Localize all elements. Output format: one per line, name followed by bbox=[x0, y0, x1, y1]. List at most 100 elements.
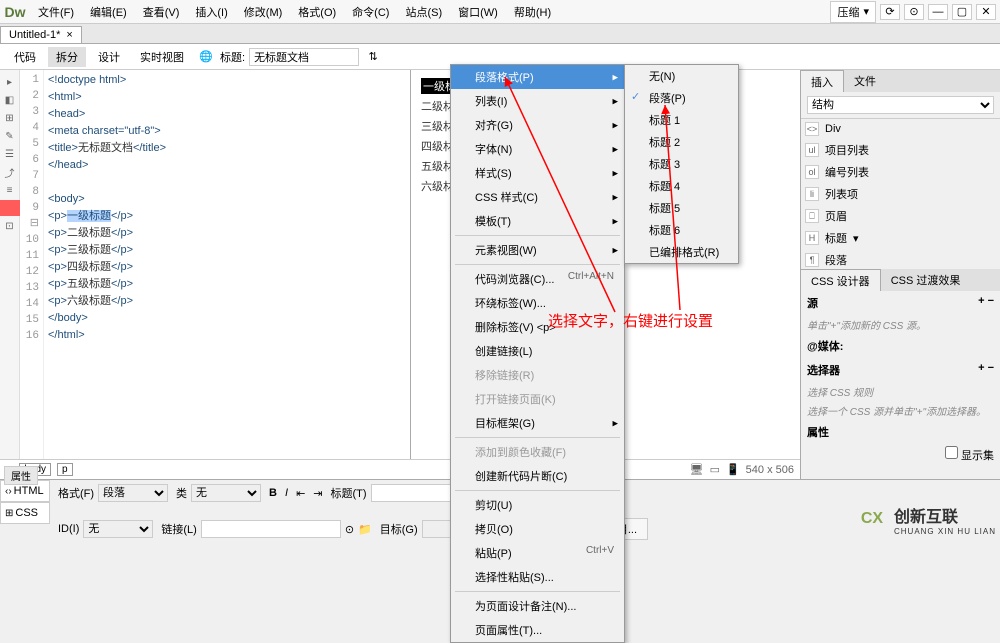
code-tool-2[interactable]: ◧ bbox=[2, 92, 18, 108]
cm-page-properties[interactable]: 页面属性(T)... bbox=[451, 618, 624, 642]
link-target-icon[interactable]: ⊙ bbox=[345, 523, 354, 536]
minimize-button[interactable]: — bbox=[928, 4, 948, 20]
tab-insert[interactable]: 插入 bbox=[801, 70, 844, 92]
code-tool-3[interactable]: ⊞ bbox=[2, 110, 18, 126]
insert-category-select[interactable]: 结构 bbox=[807, 96, 994, 114]
sub-h5[interactable]: 标题 5 bbox=[625, 197, 738, 219]
sub-none[interactable]: 无(N) bbox=[625, 65, 738, 87]
outdent-icon[interactable]: ⇤ bbox=[296, 487, 305, 500]
sub-h6[interactable]: 标题 6 bbox=[625, 219, 738, 241]
menu-insert[interactable]: 插入(I) bbox=[187, 4, 235, 20]
cm-code-navigator[interactable]: 代码浏览器(C)...Ctrl+Alt+N bbox=[451, 267, 624, 291]
code-tool-4[interactable]: ✎ bbox=[2, 128, 18, 144]
cm-paste-special[interactable]: 选择性粘贴(S)... bbox=[451, 565, 624, 589]
link-input[interactable] bbox=[201, 520, 341, 538]
view-live-button[interactable]: 实时视图 bbox=[132, 47, 192, 67]
device-phone-icon[interactable]: 📱 bbox=[726, 463, 740, 476]
tab-css-designer[interactable]: CSS 设计器 bbox=[801, 269, 881, 291]
sync-icon[interactable]: ⟳ bbox=[880, 4, 900, 20]
cm-cut[interactable]: 剪切(U) bbox=[451, 493, 624, 517]
maximize-button[interactable]: ▢ bbox=[952, 4, 972, 20]
tab-files[interactable]: 文件 bbox=[844, 70, 886, 92]
cm-element-view[interactable]: 元素视图(W)▸ bbox=[451, 238, 624, 262]
sort-icon[interactable]: ⇅ bbox=[363, 47, 383, 67]
menu-window[interactable]: 窗口(W) bbox=[450, 4, 506, 20]
id-label: ID(I) bbox=[58, 523, 79, 535]
cm-make-link[interactable]: 创建链接(L) bbox=[451, 339, 624, 363]
prop-title-input[interactable] bbox=[371, 484, 451, 502]
cm-target-frame[interactable]: 目标框架(G)▸ bbox=[451, 411, 624, 435]
sub-h4[interactable]: 标题 4 bbox=[625, 175, 738, 197]
viewport-size[interactable]: 540 x 506 bbox=[746, 464, 794, 476]
cm-css-style[interactable]: CSS 样式(C)▸ bbox=[451, 185, 624, 209]
cm-style[interactable]: 样式(S)▸ bbox=[451, 161, 624, 185]
code-tool-9[interactable]: ⊡ bbox=[2, 218, 18, 234]
format-select[interactable]: 段落 bbox=[98, 484, 168, 502]
sub-paragraph[interactable]: ✓段落(P) bbox=[625, 87, 738, 109]
insert-paragraph[interactable]: ¶段落 bbox=[801, 249, 1000, 269]
view-code-button[interactable]: 代码 bbox=[6, 47, 44, 67]
sub-h1[interactable]: 标题 1 bbox=[625, 109, 738, 131]
menu-file[interactable]: 文件(F) bbox=[30, 4, 82, 20]
italic-button[interactable]: I bbox=[285, 487, 288, 499]
menu-site[interactable]: 站点(S) bbox=[397, 4, 450, 20]
code-tool-7[interactable]: ≡ bbox=[2, 182, 18, 198]
code-tool-1[interactable]: ▸ bbox=[2, 74, 18, 90]
cm-list[interactable]: 列表(I)▸ bbox=[451, 89, 624, 113]
insert-ol[interactable]: ol编号列表 bbox=[801, 161, 1000, 183]
prop-tab-css[interactable]: ⊞ CSS bbox=[0, 502, 50, 524]
show-set-checkbox[interactable]: 显示集 bbox=[945, 450, 994, 462]
menu-items: 文件(F) 编辑(E) 查看(V) 插入(I) 修改(M) 格式(O) 命令(C… bbox=[30, 4, 559, 20]
chevron-down-icon: ▾ bbox=[863, 5, 869, 18]
menu-format[interactable]: 格式(O) bbox=[290, 4, 344, 20]
cm-font[interactable]: 字体(N)▸ bbox=[451, 137, 624, 161]
breakpoint-marker[interactable] bbox=[0, 200, 20, 216]
sub-h2[interactable]: 标题 2 bbox=[625, 131, 738, 153]
menu-view[interactable]: 查看(V) bbox=[135, 4, 188, 20]
cm-align[interactable]: 对齐(G)▸ bbox=[451, 113, 624, 137]
insert-header[interactable]: ⎕页眉 bbox=[801, 205, 1000, 227]
paragraph-icon: ¶ bbox=[805, 253, 819, 267]
view-design-button[interactable]: 设计 bbox=[90, 47, 128, 67]
cm-paragraph-format[interactable]: 段落格式(P)▸ bbox=[451, 65, 624, 89]
indent-icon[interactable]: ⇥ bbox=[313, 487, 322, 500]
id-select[interactable]: 无 bbox=[83, 520, 153, 538]
device-desktop-icon[interactable]: 🖥 bbox=[690, 463, 704, 476]
document-tab[interactable]: Untitled-1* × bbox=[0, 26, 82, 43]
tab-css-transitions[interactable]: CSS 过渡效果 bbox=[881, 269, 971, 291]
menu-help[interactable]: 帮助(H) bbox=[506, 4, 559, 20]
link-browse-icon[interactable]: 📁 bbox=[358, 523, 372, 536]
css-add-selector[interactable]: + − bbox=[978, 362, 994, 378]
cm-new-snippet[interactable]: 创建新代码片断(C) bbox=[451, 464, 624, 488]
cm-paste[interactable]: 粘贴(P)Ctrl+V bbox=[451, 541, 624, 565]
insert-li[interactable]: li列表项 bbox=[801, 183, 1000, 205]
sub-h3[interactable]: 标题 3 bbox=[625, 153, 738, 175]
cm-design-notes[interactable]: 为页面设计备注(N)... bbox=[451, 594, 624, 618]
menu-modify[interactable]: 修改(M) bbox=[236, 4, 291, 20]
cm-template[interactable]: 模板(T)▸ bbox=[451, 209, 624, 233]
class-select[interactable]: 无 bbox=[191, 484, 261, 502]
tab-close-icon[interactable]: × bbox=[66, 29, 72, 41]
globe-icon[interactable]: 🌐 bbox=[196, 47, 216, 67]
css-add-source[interactable]: + − bbox=[978, 295, 994, 311]
close-button[interactable]: ✕ bbox=[976, 4, 996, 20]
menu-edit[interactable]: 编辑(E) bbox=[82, 4, 135, 20]
tag-path-p[interactable]: p bbox=[57, 463, 73, 476]
layout-dropdown[interactable]: 压缩▾ bbox=[830, 1, 876, 23]
cm-copy[interactable]: 拷贝(O) bbox=[451, 517, 624, 541]
insert-ul[interactable]: ul项目列表 bbox=[801, 139, 1000, 161]
device-tablet-icon[interactable]: ▭ bbox=[710, 463, 720, 476]
insert-div[interactable]: <>Div bbox=[801, 119, 1000, 139]
sub-preformatted[interactable]: 已编排格式(R) bbox=[625, 241, 738, 263]
bold-button[interactable]: B bbox=[269, 487, 277, 499]
code-tool-6[interactable]: ⤴ bbox=[2, 164, 18, 180]
help-icon[interactable]: ⊙ bbox=[904, 4, 924, 20]
document-tabbar: Untitled-1* × bbox=[0, 24, 1000, 44]
css-media-title: @媒体: bbox=[807, 338, 843, 354]
class-label: 类 bbox=[176, 485, 187, 501]
menu-commands[interactable]: 命令(C) bbox=[344, 4, 397, 20]
title-input[interactable] bbox=[249, 48, 359, 66]
insert-heading[interactable]: H标题▾ bbox=[801, 227, 1000, 249]
code-tool-5[interactable]: ☰ bbox=[2, 146, 18, 162]
view-split-button[interactable]: 拆分 bbox=[48, 47, 86, 67]
